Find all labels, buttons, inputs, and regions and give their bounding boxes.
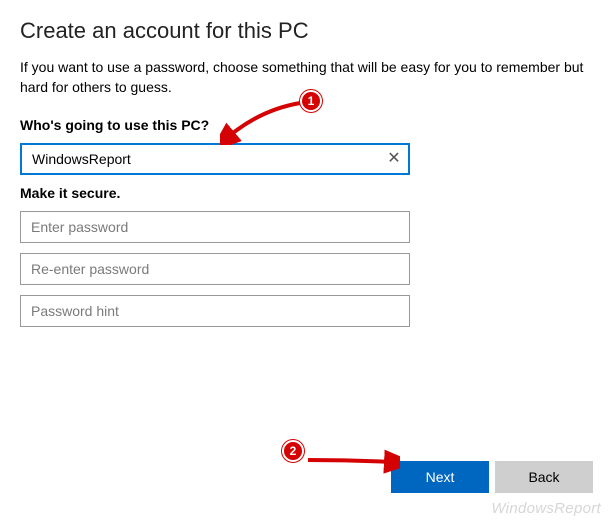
dialog-buttons: Next Back xyxy=(391,461,593,493)
page-title: Create an account for this PC xyxy=(20,18,593,44)
watermark-text: WindowsReport xyxy=(491,500,601,517)
back-button[interactable]: Back xyxy=(495,461,593,493)
badge-2-label: 2 xyxy=(282,440,304,462)
password-confirm-input[interactable] xyxy=(20,253,410,285)
password-input[interactable] xyxy=(20,211,410,243)
instructions-text: If you want to use a password, choose so… xyxy=(20,58,590,97)
clear-input-icon[interactable]: ✕ xyxy=(386,151,402,167)
next-button[interactable]: Next xyxy=(391,461,489,493)
username-section-label: Who's going to use this PC? xyxy=(20,117,593,133)
password-section-label: Make it secure. xyxy=(20,185,593,201)
username-input[interactable] xyxy=(20,143,410,175)
annotation-badge-2: 2 xyxy=(282,440,304,462)
password-hint-input[interactable] xyxy=(20,295,410,327)
